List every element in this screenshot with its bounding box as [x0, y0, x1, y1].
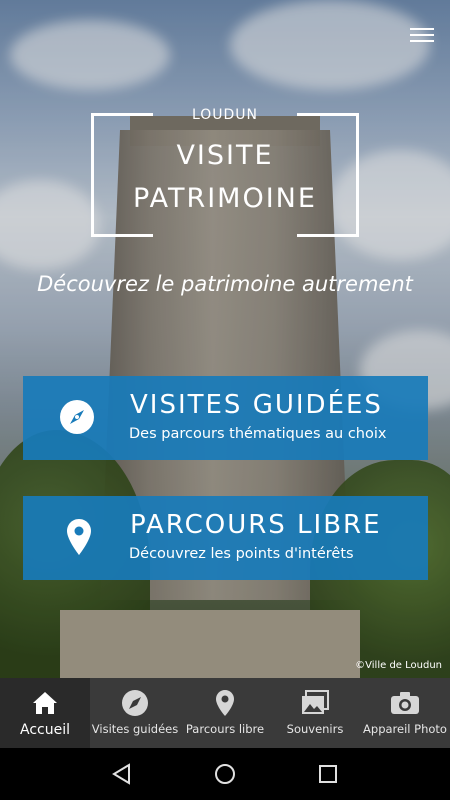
- photo-album-icon: [300, 688, 330, 718]
- nav-label: Accueil: [20, 722, 70, 738]
- tagline: Découvrez le patrimoine autrement: [37, 272, 413, 296]
- city-name: LOUDUN: [191, 107, 259, 123]
- system-navigation-bar: [0, 748, 450, 800]
- home-icon: [30, 688, 60, 718]
- app-title-line2: PATRIMOINE: [133, 183, 317, 214]
- camera-icon: [390, 688, 420, 718]
- nav-visites-guidees[interactable]: Visites guidées: [90, 678, 180, 748]
- app-title-line1: VISITE: [176, 140, 274, 171]
- nav-label: Souvenirs: [286, 722, 344, 736]
- card-title: VISITES GUIDÉES: [130, 390, 383, 420]
- bottom-navigation: Accueil Visites guidées Parcours libre S…: [0, 678, 450, 748]
- nav-accueil[interactable]: Accueil: [0, 678, 90, 748]
- nav-label: Parcours libre: [185, 722, 265, 736]
- visites-guidees-button[interactable]: VISITES GUIDÉES Des parcours thématiques…: [23, 376, 428, 460]
- home-circle-icon[interactable]: [210, 759, 240, 789]
- recents-icon[interactable]: [313, 759, 343, 789]
- location-pin-icon: [66, 518, 92, 556]
- card-subtitle: Découvrez les points d'intérêts: [129, 546, 354, 562]
- nav-souvenirs[interactable]: Souvenirs: [270, 678, 360, 748]
- parcours-libre-button[interactable]: PARCOURS LIBRE Découvrez les points d'in…: [23, 496, 428, 580]
- photo-credit: ©Ville de Loudun: [355, 660, 442, 671]
- back-icon[interactable]: [107, 759, 137, 789]
- nav-label: Visites guidées: [91, 722, 179, 736]
- nav-appareil-photo[interactable]: Appareil Photo: [360, 678, 450, 748]
- compass-icon: [120, 688, 150, 718]
- title-block: LOUDUN VISITE PATRIMOINE: [91, 107, 359, 237]
- card-title: PARCOURS LIBRE: [130, 510, 382, 540]
- hamburger-menu-icon[interactable]: [410, 24, 434, 46]
- home-screen: LOUDUN VISITE PATRIMOINE Découvrez le pa…: [0, 0, 450, 678]
- nav-label: Appareil Photo: [363, 722, 447, 736]
- compass-icon: [60, 400, 94, 434]
- card-subtitle: Des parcours thématiques au choix: [129, 426, 387, 442]
- nav-parcours-libre[interactable]: Parcours libre: [180, 678, 270, 748]
- location-pin-icon: [210, 688, 240, 718]
